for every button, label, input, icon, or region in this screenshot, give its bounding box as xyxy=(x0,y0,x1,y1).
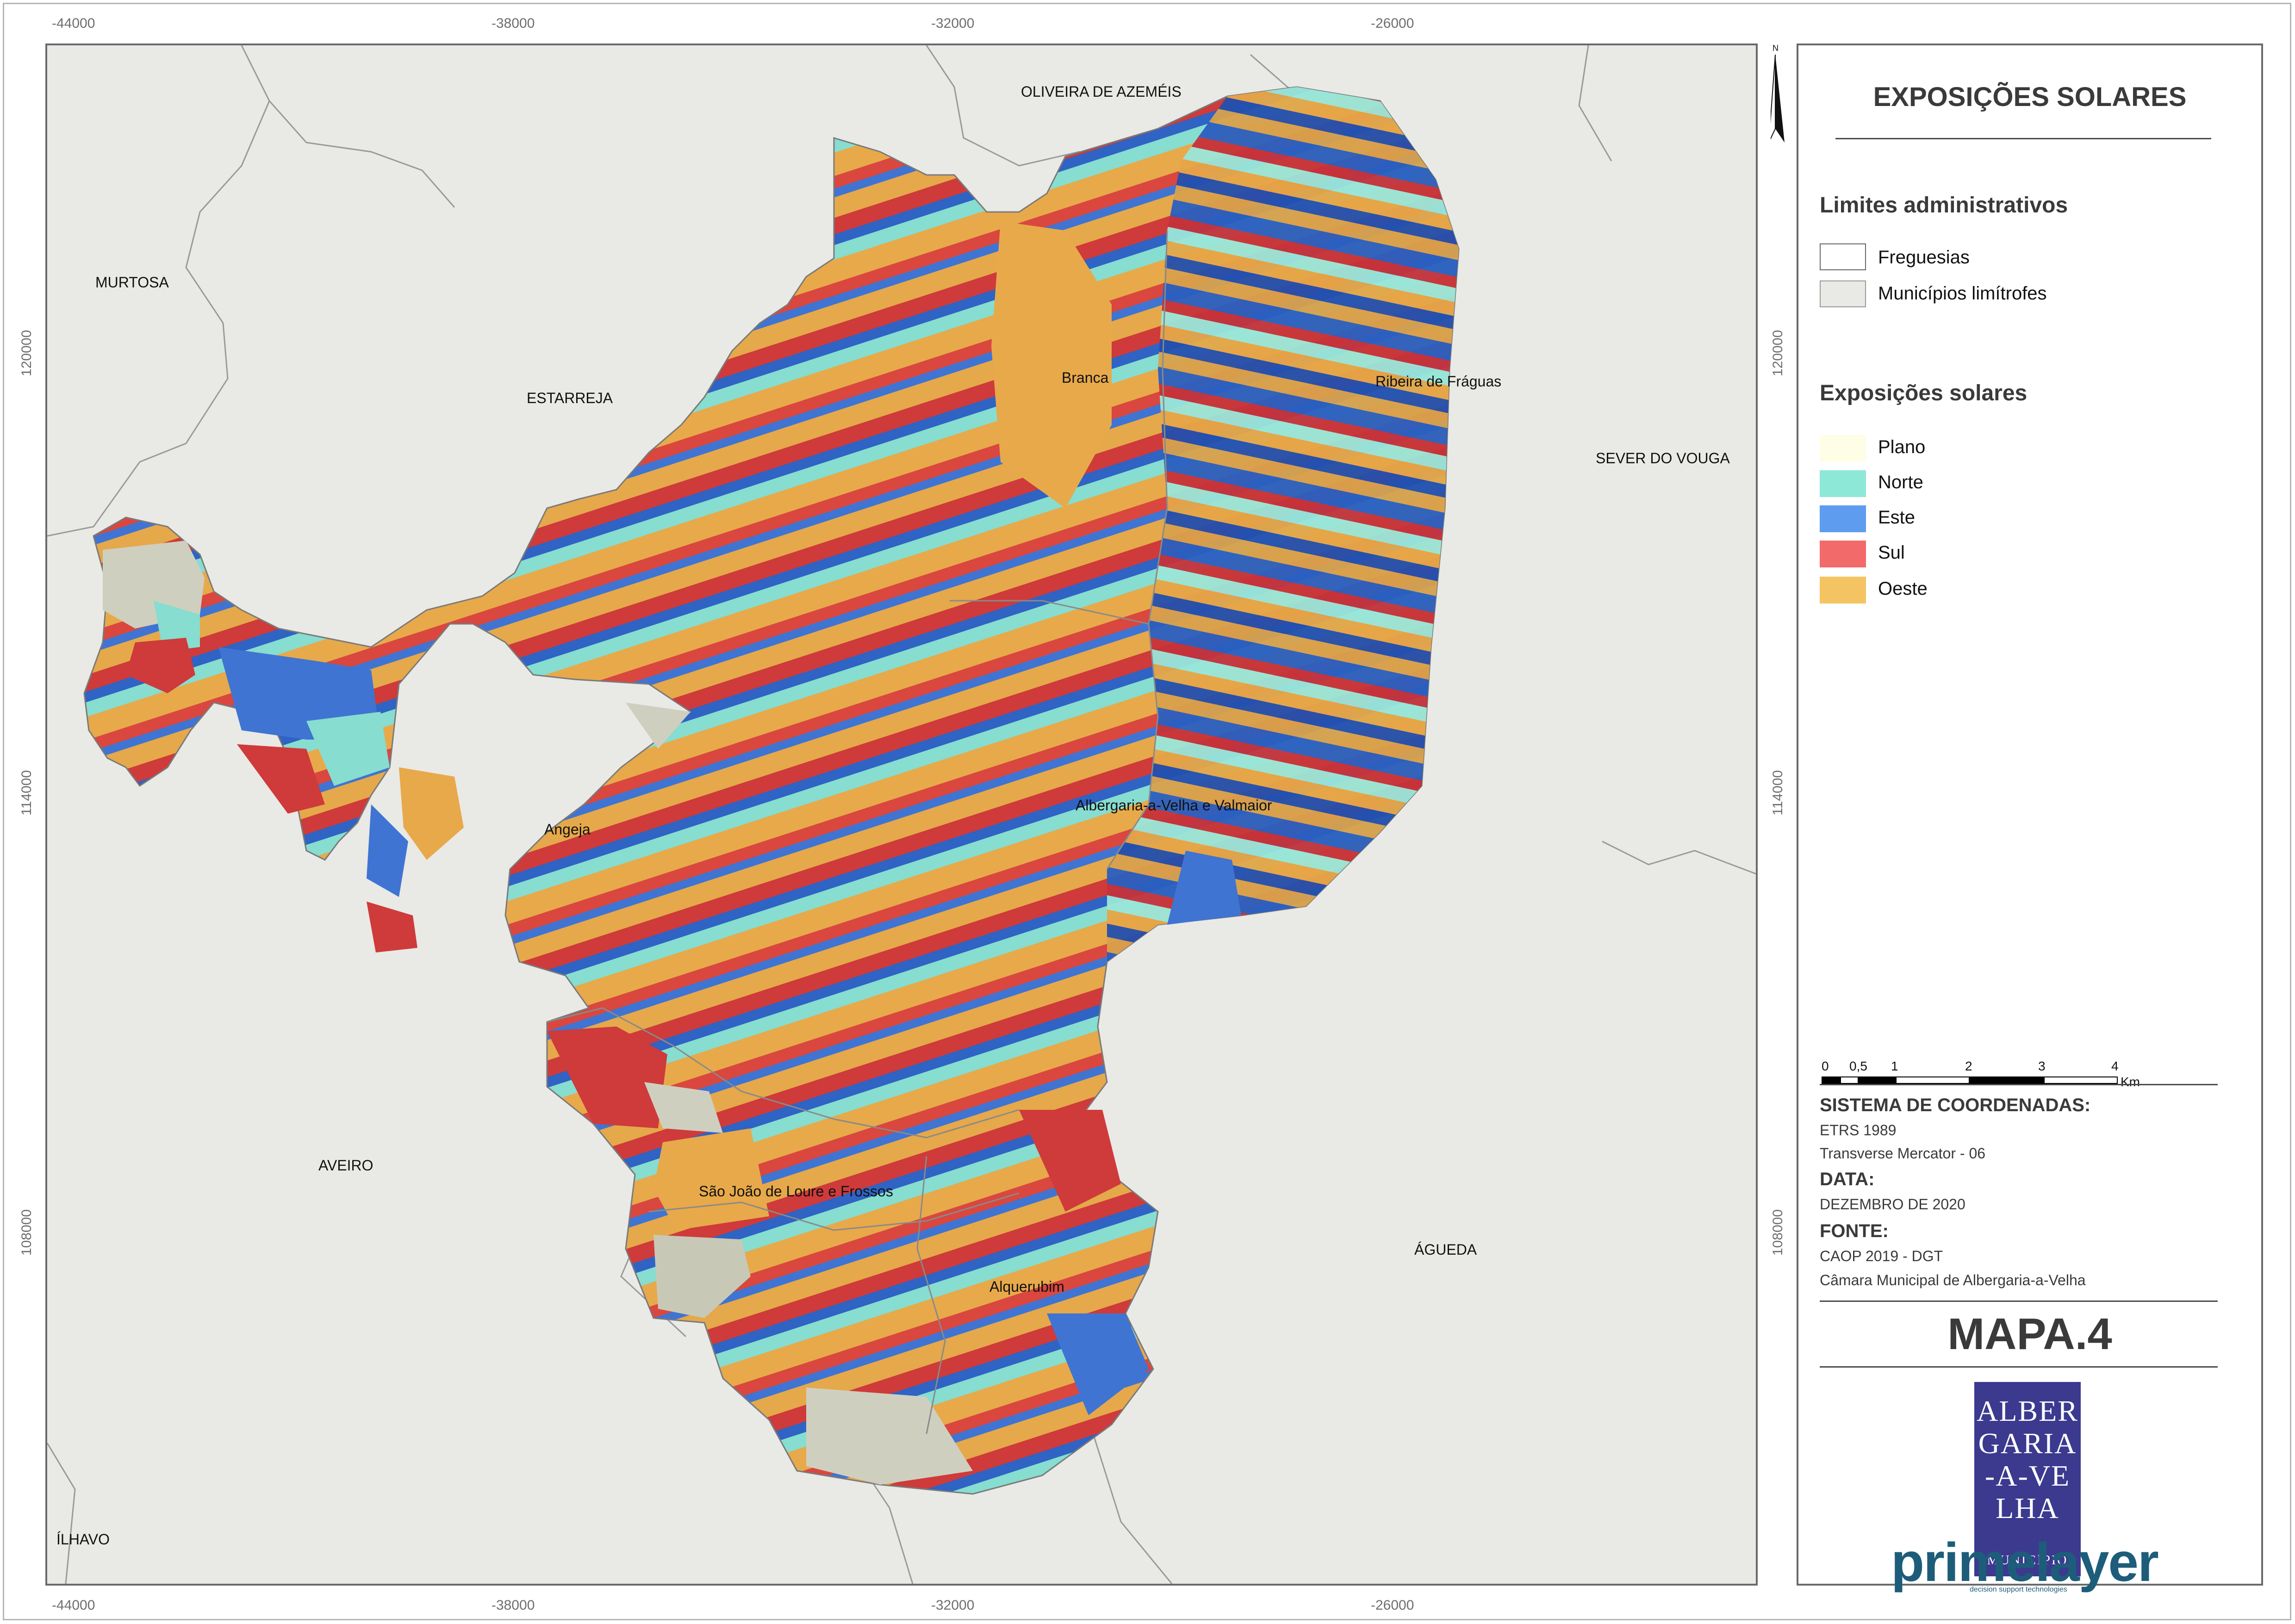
y-tick-right-3: 108000 xyxy=(1770,1209,1785,1256)
swatch-norte xyxy=(1820,470,1866,497)
swatch-plano xyxy=(1820,435,1866,462)
x-tick-bottom-1: -44000 xyxy=(52,1598,95,1613)
title-rule xyxy=(1835,138,2211,139)
logo-line-3: -A-VE xyxy=(1984,1459,2071,1492)
scale-seg-5 xyxy=(1970,1076,2044,1084)
y-tick-right-1: 120000 xyxy=(1770,330,1785,377)
scale-seg-6 xyxy=(2044,1076,2118,1084)
legend-title: EXPOSIÇÕES SOLARES xyxy=(1873,82,2187,112)
source-line-2: Câmara Municipal de Albergaria-a-Velha xyxy=(1820,1272,2086,1288)
info-rule-top xyxy=(1820,1084,2218,1085)
map-frame[interactable]: OLIVEIRA DE AZEMÉIS MURTOSA ESTARREJA SE… xyxy=(45,44,1758,1586)
label-municipios-limitrofes: Municípios limítrofes xyxy=(1878,283,2047,304)
x-tick-bottom-3: -32000 xyxy=(931,1598,975,1613)
scale-label-3: 3 xyxy=(2038,1059,2046,1073)
x-tick-bottom-4: -26000 xyxy=(1371,1598,1414,1613)
source-heading: FONTE: xyxy=(1820,1221,1889,1241)
parish-ribeira-de-fraguas: Ribeira de Fráguas xyxy=(1375,373,1502,390)
info-rule-mid xyxy=(1820,1300,2218,1302)
y-tick-left-2: 114000 xyxy=(19,770,34,815)
label-norte: Norte xyxy=(1878,472,1923,492)
parish-branca: Branca xyxy=(1062,369,1109,386)
parish-angeja: Angeja xyxy=(544,821,591,838)
map-number: MAPA.4 xyxy=(1947,1309,2112,1359)
north-arrow: N xyxy=(1771,44,1789,145)
company-logo: primelayer xyxy=(1891,1532,2159,1593)
scale-label-1: 1 xyxy=(1891,1059,1898,1073)
north-letter: N xyxy=(1773,44,1779,53)
scale-seg-4 xyxy=(1896,1076,1970,1084)
scale-unit: Km xyxy=(2121,1075,2140,1089)
label-oeste: Oeste xyxy=(1878,579,1928,599)
neighbor-oliveira-de-azemeis: OLIVEIRA DE AZEMÉIS xyxy=(1021,83,1182,100)
x-tick-top-1: -44000 xyxy=(52,16,95,31)
coord-heading: SISTEMA DE COORDENADAS: xyxy=(1820,1095,2091,1115)
y-tick-left-3: 108000 xyxy=(19,1209,34,1256)
logo-line-2: GARIA xyxy=(1978,1427,2077,1460)
neighbor-sever-do-vouga: SEVER DO VOUGA xyxy=(1596,450,1730,467)
company-tagline: decision support technologies xyxy=(1970,1586,2067,1593)
info-rule-bottom xyxy=(1820,1366,2218,1368)
swatch-oeste xyxy=(1820,577,1866,604)
neighbor-estarreja: ESTARREJA xyxy=(527,390,613,406)
x-tick-top-4: -26000 xyxy=(1371,16,1414,31)
swatch-freguesias xyxy=(1820,243,1866,270)
parish-albergaria-valmaior: Albergaria-a-Velha e Valmaior xyxy=(1076,797,1272,814)
coord-line-2: Transverse Mercator - 06 xyxy=(1820,1145,1986,1162)
neighbor-agueda: ÁGUEDA xyxy=(1414,1241,1477,1258)
scale-label-2: 2 xyxy=(1965,1059,1972,1073)
scale-seg-2 xyxy=(1840,1076,1859,1084)
y-tick-right-2: 114000 xyxy=(1770,770,1785,815)
logo-line-1: ALBER xyxy=(1977,1394,2078,1427)
y-tick-left-1: 120000 xyxy=(19,330,34,377)
label-freguesias: Freguesias xyxy=(1878,247,1970,268)
map-canvas xyxy=(47,45,1756,1584)
x-tick-bottom-2: -38000 xyxy=(491,1598,535,1613)
logo-text: ALBER GARIA -A-VE LHA xyxy=(1974,1395,2081,1524)
neighbor-murtosa: MURTOSA xyxy=(95,274,169,291)
scale-label-0: 0 xyxy=(1822,1059,1829,1073)
north-arrow-icon xyxy=(1771,55,1785,143)
logo-line-4: LHA xyxy=(1996,1492,2059,1524)
coord-line-1: ETRS 1989 xyxy=(1820,1122,1897,1139)
admin-heading: Limites administrativos xyxy=(1820,193,2068,218)
neighbor-ilhavo: ÍLHAVO xyxy=(56,1531,110,1548)
date-value: DEZEMBRO DE 2020 xyxy=(1820,1196,1965,1213)
neighbor-aveiro: AVEIRO xyxy=(318,1157,373,1174)
label-este: Este xyxy=(1878,507,1916,528)
scale-label-4: 4 xyxy=(2111,1059,2119,1073)
swatch-municipios-limitrofes xyxy=(1820,280,1866,307)
label-plano: Plano xyxy=(1878,437,1926,457)
scale-seg-3 xyxy=(1859,1076,1896,1084)
exposure-heading: Exposições solares xyxy=(1820,381,2028,405)
swatch-sul xyxy=(1820,541,1866,567)
date-heading: DATA: xyxy=(1820,1169,1875,1189)
scale-seg-1 xyxy=(1822,1076,1840,1084)
x-tick-top-3: -32000 xyxy=(931,16,975,31)
swatch-este xyxy=(1820,505,1866,532)
scale-label-0-5: 0,5 xyxy=(1849,1059,1867,1073)
legend-panel: EXPOSIÇÕES SOLARES Limites administrativ… xyxy=(1797,44,2263,1593)
source-line-1: CAOP 2019 - DGT xyxy=(1820,1248,1943,1264)
label-sul: Sul xyxy=(1878,542,1905,563)
parish-alquerubim: Alquerubim xyxy=(989,1278,1064,1295)
parish-sao-joao-de-loure: São João de Loure e Frossos xyxy=(699,1183,893,1200)
x-tick-top-2: -38000 xyxy=(491,16,535,31)
